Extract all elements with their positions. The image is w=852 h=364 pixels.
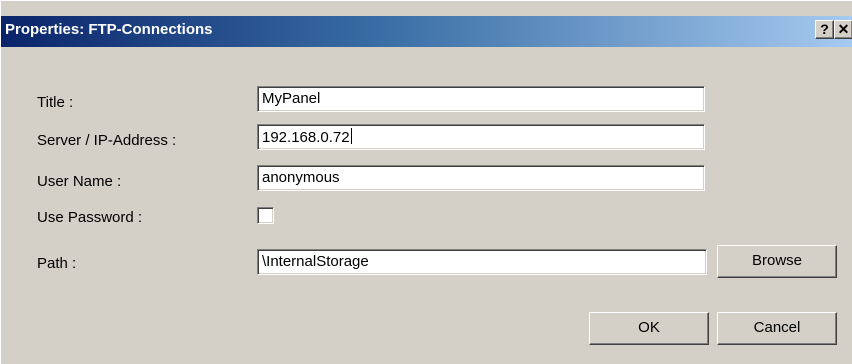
help-icon: ?: [820, 21, 829, 37]
use-password-label: Use Password :: [37, 209, 143, 226]
title-label: Title :: [37, 94, 74, 111]
use-password-checkbox[interactable]: [257, 207, 274, 224]
text-caret: [350, 128, 352, 144]
user-name-input[interactable]: anonymous: [257, 165, 705, 191]
title-input-value: MyPanel: [262, 90, 321, 107]
close-button[interactable]: ✕: [834, 20, 852, 39]
server-label: Server / IP-Address :: [37, 132, 177, 149]
path-label: Path :: [37, 255, 77, 272]
path-input-value: \InternalStorage: [262, 253, 369, 270]
title-input[interactable]: MyPanel: [257, 86, 705, 112]
path-input[interactable]: \InternalStorage: [257, 249, 707, 275]
user-name-input-value: anonymous: [262, 169, 340, 186]
ok-button[interactable]: OK: [589, 312, 709, 345]
user-name-label: User Name :: [37, 173, 122, 190]
server-input-value: 192.168.0.72: [262, 129, 350, 146]
server-input[interactable]: 192.168.0.72: [257, 124, 705, 150]
browse-button[interactable]: Browse: [717, 245, 837, 278]
help-button[interactable]: ?: [815, 20, 834, 39]
cancel-button[interactable]: Cancel: [717, 312, 837, 345]
dialog-title: Properties: FTP-Connections: [5, 21, 213, 38]
close-icon: ✕: [837, 21, 850, 37]
properties-dialog: Properties: FTP-Connections ? ✕ Title : …: [0, 0, 852, 364]
title-bar[interactable]: Properties: FTP-Connections ? ✕: [1, 16, 852, 47]
